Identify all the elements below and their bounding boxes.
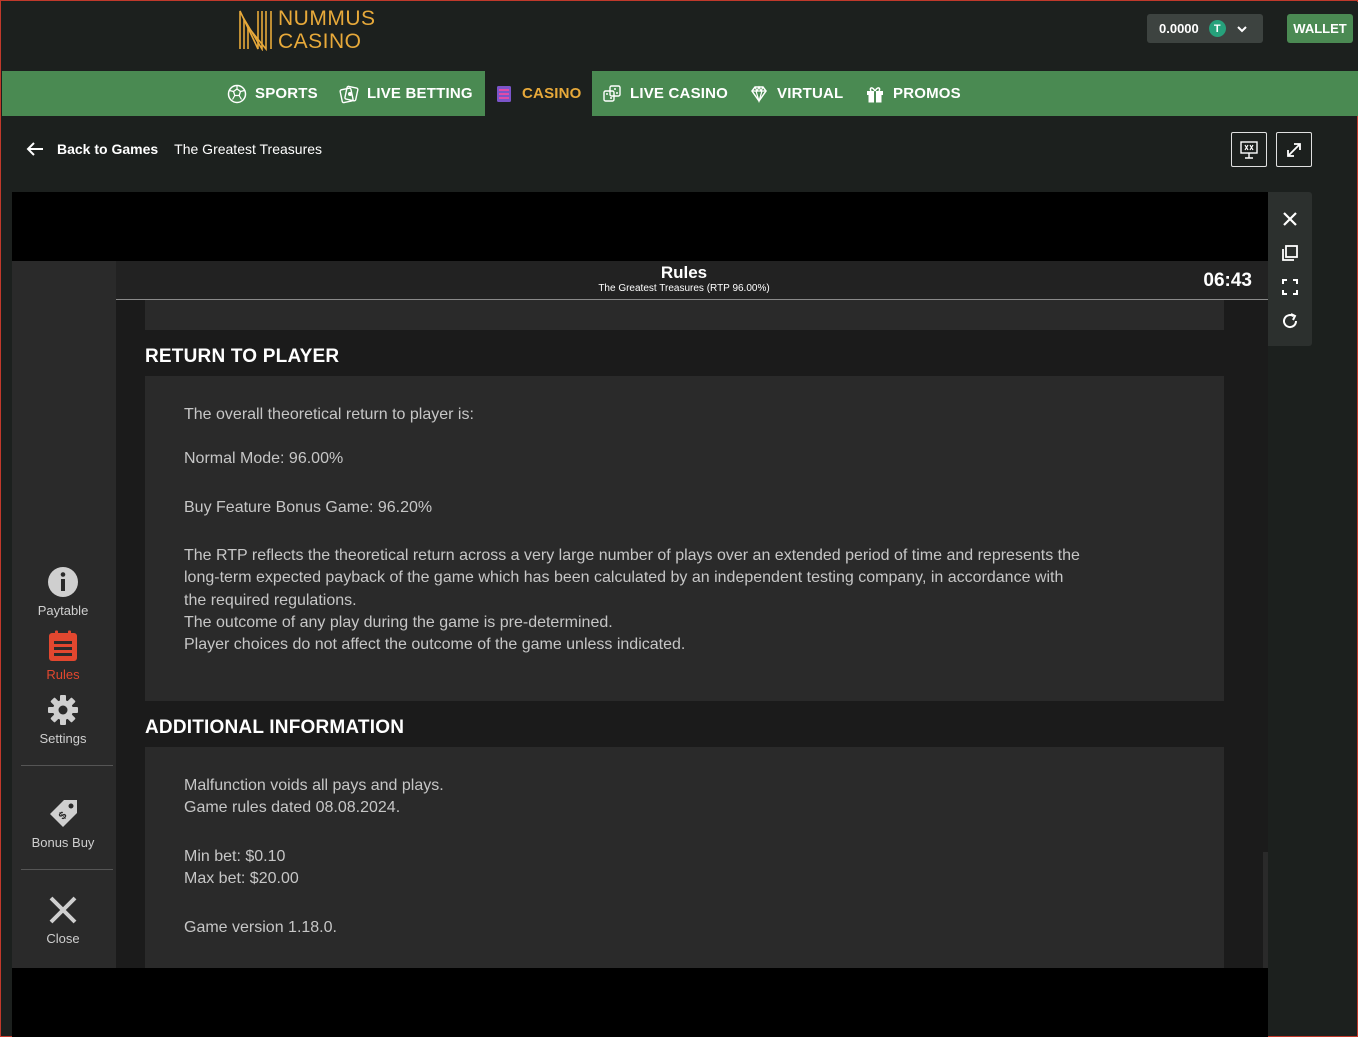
- game-bottom-bar: [12, 968, 1268, 1037]
- fullscreen-icon[interactable]: [1280, 277, 1300, 297]
- brand-logo[interactable]: NUMMUS CASINO: [238, 7, 378, 53]
- nav-casino[interactable]: CASINO: [485, 71, 592, 116]
- previous-section-panel: [145, 300, 1224, 330]
- arrow-left-icon[interactable]: [25, 139, 45, 159]
- rtp-buy-feature: Buy Feature Bonus Game: 96.20%: [184, 499, 433, 516]
- rtp-explanation-line1: The RTP reflects the theoretical return …: [184, 547, 1080, 564]
- back-to-games-link[interactable]: Back to Games: [57, 141, 158, 157]
- rules-date-text: Game rules dated 08.08.2024.: [184, 799, 401, 816]
- game-title: The Greatest Treasures: [174, 141, 323, 157]
- rtp-normal-mode: Normal Mode: 96.00%: [184, 450, 344, 467]
- menu-close-label: Close: [46, 931, 80, 946]
- rules-header: Rules The Greatest Treasures (RTP 96.00%…: [116, 261, 1268, 300]
- section-heading-rtp: RETURN TO PLAYER: [145, 346, 340, 367]
- brand-line1: NUMMUS: [278, 7, 376, 30]
- menu-rules[interactable]: Rules: [12, 629, 114, 682]
- top-header: NUMMUS CASINO 0.0000 T WALLET: [2, 2, 1358, 71]
- game-menu-sidebar: Paytable Rules Settings $ Bonus Buy Clos…: [12, 261, 116, 968]
- nav-sports[interactable]: SPORTS: [227, 71, 318, 116]
- reload-icon[interactable]: [1280, 311, 1300, 331]
- section-heading-additional: ADDITIONAL INFORMATION: [145, 717, 405, 738]
- expand-arrows-icon: [1287, 142, 1301, 157]
- nav-virtual[interactable]: VIRTUAL: [749, 71, 843, 116]
- menu-divider: [21, 869, 113, 870]
- nav-sports-label: SPORTS: [255, 85, 318, 102]
- price-tag-icon: $: [50, 800, 77, 827]
- close-icon: [49, 896, 77, 924]
- brand-name: NUMMUS CASINO: [278, 7, 376, 53]
- rules-title: Rules: [660, 263, 708, 282]
- malfunction-text: Malfunction voids all pays and plays.: [184, 777, 444, 794]
- live-cards-icon: [339, 85, 359, 103]
- rules-content[interactable]: RETURN TO PLAYER The overall theoretical…: [116, 300, 1268, 968]
- rtp-explanation-line3: the required regulations.: [184, 592, 357, 609]
- expand-button[interactable]: [1276, 132, 1312, 167]
- rtp-explanation-line4: The outcome of any play during the game …: [184, 614, 613, 631]
- menu-paytable[interactable]: Paytable: [12, 565, 114, 618]
- nav-live-betting[interactable]: LIVE BETTING: [339, 71, 473, 116]
- main-nav: SPORTS LIVE BETTING CASINO LIVE CASINO V…: [2, 71, 1358, 116]
- app-frame: NUMMUS CASINO 0.0000 T WALLET SPORTS LIV…: [0, 0, 1358, 1037]
- gear-icon: [48, 695, 78, 725]
- game-version-text: Game version 1.18.0.: [184, 919, 337, 936]
- additional-info-panel: Malfunction voids all pays and plays. Ga…: [145, 747, 1224, 968]
- brand-line2: CASINO: [278, 30, 362, 53]
- max-bet-text: Max bet: $20.00: [184, 870, 299, 887]
- popout-window-icon[interactable]: [1280, 243, 1300, 263]
- nav-live-casino[interactable]: LIVE CASINO: [602, 71, 728, 116]
- tether-icon: T: [1208, 20, 1226, 37]
- game-clock: 06:43: [1203, 270, 1252, 291]
- rules-subtitle: The Greatest Treasures (RTP 96.00%): [598, 283, 770, 294]
- close-icon[interactable]: [1280, 209, 1300, 229]
- menu-settings-label: Settings: [39, 731, 87, 746]
- slot-machine-icon: [497, 85, 511, 102]
- rtp-explanation-line2: long-term expected payback of the game w…: [184, 569, 1064, 586]
- dice-icon: [603, 84, 621, 102]
- balance-dropdown[interactable]: 0.0000 T: [1147, 14, 1263, 43]
- wallet-button[interactable]: WALLET: [1287, 14, 1353, 43]
- menu-bonus-buy-label: Bonus Buy: [31, 835, 95, 850]
- rtp-intro-text: The overall theoretical return to player…: [184, 406, 474, 423]
- rules-list-icon: [49, 630, 77, 661]
- menu-rules-label: Rules: [46, 667, 80, 682]
- presentation-board-icon: [1240, 140, 1258, 159]
- soccer-ball-icon: [227, 84, 247, 103]
- menu-close[interactable]: Close: [12, 893, 114, 946]
- nummus-logo-icon: [239, 10, 272, 51]
- rules-scrollbar[interactable]: [1263, 852, 1268, 968]
- min-bet-text: Min bet: $0.10: [184, 848, 286, 865]
- nav-promos[interactable]: PROMOS: [865, 71, 961, 116]
- diamond-icon: [751, 85, 767, 103]
- nav-promos-label: PROMOS: [893, 85, 961, 102]
- balance-value: 0.0000: [1159, 21, 1199, 36]
- menu-divider: [21, 765, 113, 766]
- rtp-explanation-line5: Player choices do not affect the outcome…: [184, 636, 686, 653]
- nav-casino-label: CASINO: [522, 85, 582, 102]
- nav-virtual-label: VIRTUAL: [777, 85, 844, 102]
- nav-live-casino-label: LIVE CASINO: [630, 85, 729, 102]
- game-side-toolbar: [1268, 192, 1312, 346]
- menu-paytable-label: Paytable: [37, 603, 89, 618]
- breadcrumb: Back to Games The Greatest Treasures: [25, 137, 322, 161]
- chevron-down-icon: [1237, 25, 1247, 32]
- nav-live-betting-label: LIVE BETTING: [367, 85, 473, 102]
- gift-icon: [867, 86, 883, 102]
- info-icon: [48, 567, 78, 597]
- demo-mode-button[interactable]: [1231, 132, 1267, 167]
- menu-settings[interactable]: Settings: [12, 693, 114, 746]
- rtp-panel: The overall theoretical return to player…: [145, 376, 1224, 701]
- menu-bonus-buy[interactable]: $ Bonus Buy: [12, 797, 114, 850]
